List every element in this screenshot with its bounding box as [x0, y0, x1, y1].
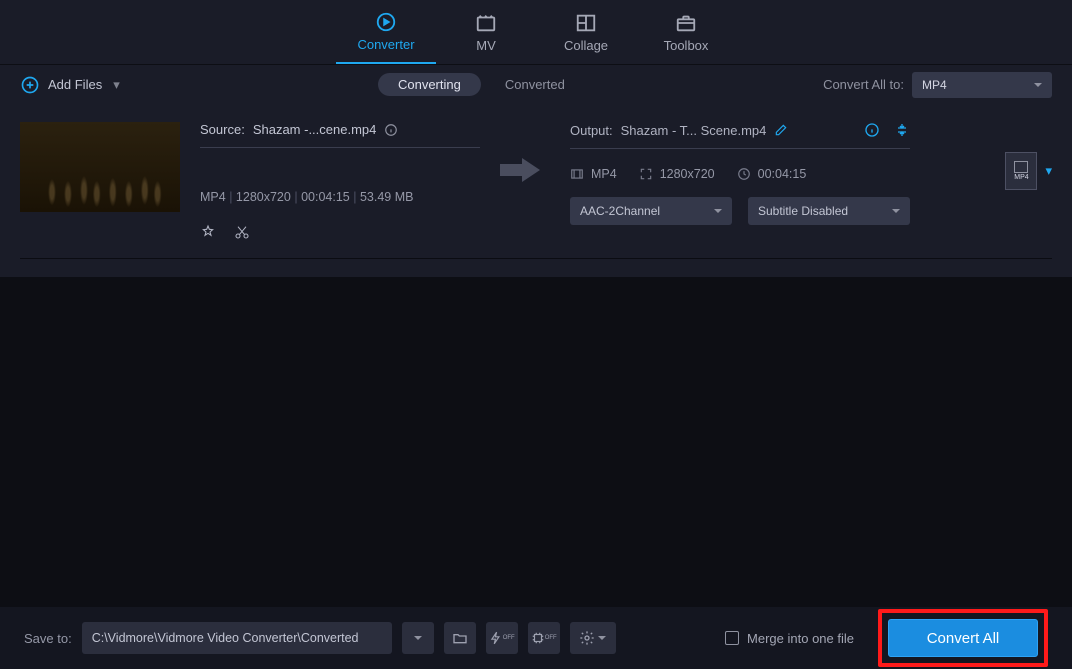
output-format: MP4	[591, 167, 617, 181]
folder-icon	[452, 630, 468, 646]
empty-area	[0, 277, 1072, 607]
clock-icon	[737, 167, 751, 181]
subtitle-value: Subtitle Disabled	[758, 204, 848, 218]
info-icon[interactable]	[384, 123, 398, 137]
tab-converter[interactable]: Converter	[336, 0, 436, 64]
output-prefix: Output:	[570, 123, 613, 138]
chevron-down-icon	[414, 636, 422, 644]
source-size: 53.49 MB	[360, 190, 414, 204]
settings-button[interactable]	[570, 622, 616, 654]
chevron-down-icon	[892, 209, 900, 217]
tab-label: Toolbox	[664, 38, 709, 53]
add-files-label: Add Files	[48, 77, 102, 92]
convert-all-to-select[interactable]: MP4	[912, 72, 1052, 98]
status-converting[interactable]: Converting	[378, 73, 481, 96]
mv-icon	[475, 12, 497, 34]
subtitle-select[interactable]: Subtitle Disabled	[748, 197, 910, 225]
status-converted[interactable]: Converted	[505, 77, 565, 92]
arrow-icon	[500, 158, 550, 185]
convert-all-to-control: Convert All to: MP4	[823, 72, 1052, 98]
format-badge-label: MP4	[1014, 174, 1028, 181]
file-row: Source: Shazam -...cene.mp4 MP4 | 1280x7…	[20, 122, 1052, 259]
file-list: Source: Shazam -...cene.mp4 MP4 | 1280x7…	[0, 104, 1072, 277]
merge-checkbox[interactable]	[725, 631, 739, 645]
audio-select[interactable]: AAC-2Channel	[570, 197, 732, 225]
save-to-path-value: C:\Vidmore\Vidmore Video Converter\Conve…	[92, 631, 359, 645]
tab-collage[interactable]: Collage	[536, 0, 636, 64]
tab-label: Converter	[357, 37, 414, 52]
save-to-label: Save to:	[24, 631, 72, 646]
convert-all-button[interactable]: Convert All	[888, 619, 1038, 657]
output-filename: Shazam - T... Scene.mp4	[621, 123, 767, 138]
bottom-bar: Save to: C:\Vidmore\Vidmore Video Conver…	[0, 607, 1072, 669]
effects-icon[interactable]	[200, 224, 216, 240]
save-to-path[interactable]: C:\Vidmore\Vidmore Video Converter\Conve…	[82, 622, 392, 654]
source-duration: 00:04:15	[301, 190, 350, 204]
tab-toolbox[interactable]: Toolbox	[636, 0, 736, 64]
expand-icon	[639, 167, 653, 181]
chevron-down-icon	[1034, 83, 1042, 91]
info-circle-icon[interactable]	[864, 122, 880, 138]
gear-icon	[579, 630, 595, 646]
status-tabs: Converting Converted	[120, 73, 823, 96]
merge-checkbox-group[interactable]: Merge into one file	[725, 631, 854, 646]
tab-mv[interactable]: MV	[436, 0, 536, 64]
video-thumbnail[interactable]	[20, 122, 180, 212]
tab-label: MV	[476, 38, 496, 53]
edit-icon[interactable]	[774, 123, 788, 137]
source-meta: MP4 | 1280x720 | 00:04:15 | 53.49 MB	[200, 190, 480, 204]
open-folder-button[interactable]	[444, 622, 476, 654]
hw-accel-button[interactable]: OFF	[486, 622, 518, 654]
convert-highlight: Convert All	[878, 609, 1048, 667]
top-nav-tabs: Converter MV Collage Toolbox	[0, 0, 1072, 64]
compress-icon[interactable]	[894, 122, 910, 138]
toolbar: Add Files ▾ Converting Converted Convert…	[0, 64, 1072, 104]
output-panel: Output: Shazam - T... Scene.mp4 MP4 1280…	[570, 122, 910, 225]
source-format: MP4	[200, 190, 226, 204]
plus-circle-icon	[20, 75, 40, 95]
audio-value: AAC-2Channel	[580, 204, 660, 218]
chevron-down-icon: ▾	[1045, 163, 1052, 179]
convert-all-to-label: Convert All to:	[823, 77, 904, 92]
cut-icon[interactable]	[234, 224, 250, 240]
converter-icon	[375, 11, 397, 33]
bolt-icon	[489, 631, 503, 645]
gpu-button[interactable]: OFF	[528, 622, 560, 654]
film-icon	[570, 167, 584, 181]
source-resolution: 1280x720	[236, 190, 291, 204]
source-filename: Shazam -...cene.mp4	[253, 122, 377, 137]
chevron-down-icon	[598, 636, 606, 644]
merge-label: Merge into one file	[747, 631, 854, 646]
format-badge: MP4	[1005, 152, 1037, 190]
source-panel: Source: Shazam -...cene.mp4 MP4 | 1280x7…	[200, 122, 480, 240]
save-to-dropdown[interactable]	[402, 622, 434, 654]
chip-icon	[531, 631, 545, 645]
toolbox-icon	[675, 12, 697, 34]
add-files-button[interactable]: Add Files ▾	[20, 75, 120, 95]
output-duration: 00:04:15	[758, 167, 807, 181]
chevron-down-icon	[714, 209, 722, 217]
format-picker[interactable]: MP4 ▾	[1005, 122, 1052, 190]
tab-label: Collage	[564, 38, 608, 53]
collage-icon	[575, 12, 597, 34]
convert-all-to-value: MP4	[922, 78, 947, 92]
output-resolution: 1280x720	[660, 167, 715, 181]
source-prefix: Source:	[200, 122, 245, 137]
